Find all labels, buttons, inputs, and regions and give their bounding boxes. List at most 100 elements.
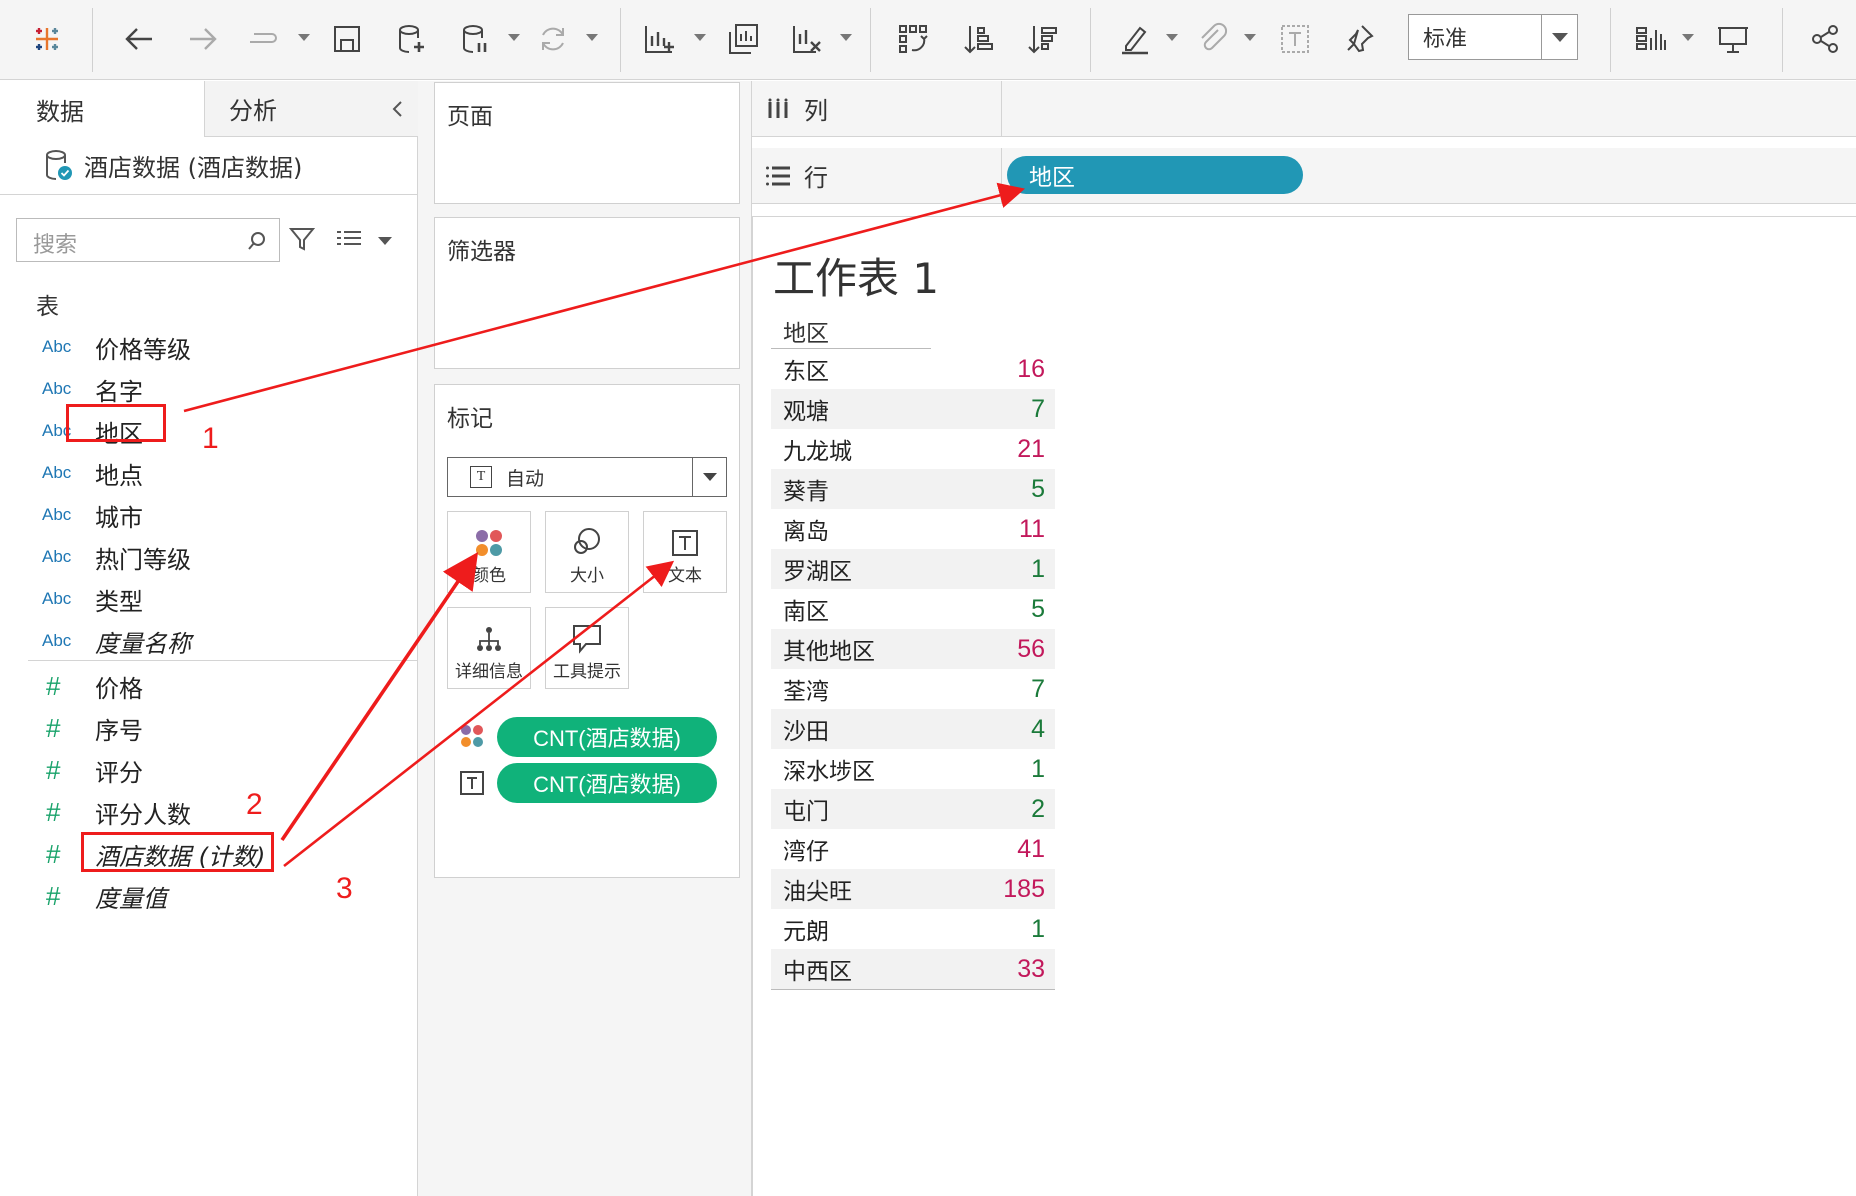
region-name: 九龙城: [783, 439, 852, 465]
color-pill[interactable]: CNT(酒店数据): [497, 717, 717, 757]
table-row[interactable]: 荃湾 7: [771, 669, 1055, 709]
worksheet-canvas[interactable]: 工作表 1 地区 东区 16 观塘 7 九龙城 21 葵青 5 离岛 11 罗湖区 1 南区 5 其他地区 5…: [752, 216, 1856, 1196]
columns-shelf[interactable]: 列: [752, 81, 1856, 137]
measure-type-icon: #: [46, 670, 61, 701]
data-pane: 数据 分析 酒店数据 (酒店数据) 搜索 表 Abc 价格等级 Abc 名字 Abc 地区…: [0, 81, 418, 1196]
view-mode-value: 标准: [1423, 27, 1468, 52]
field-divider: [28, 660, 418, 661]
region-name: 元朗: [783, 919, 829, 945]
table-row[interactable]: 观塘 7: [771, 389, 1055, 429]
marks-size-button[interactable]: 大小: [545, 511, 629, 593]
swap-icon[interactable]: [890, 16, 936, 62]
worksheet-title: 工作表 1: [773, 254, 940, 303]
sort-descending-icon[interactable]: [1020, 16, 1066, 62]
rows-label: 行: [752, 148, 1002, 203]
rows-shelf[interactable]: 行: [752, 148, 1856, 204]
table-row[interactable]: 葵青 5: [771, 469, 1055, 509]
show-me-dropdown-icon[interactable]: [1682, 34, 1694, 41]
filters-card[interactable]: 筛选器: [434, 217, 740, 369]
marks-tooltip-button[interactable]: 工具提示: [545, 607, 629, 689]
table-row[interactable]: 深水埗区 1: [771, 749, 1055, 789]
presentation-icon[interactable]: [1710, 16, 1756, 62]
field-name: 热门等级: [95, 545, 191, 574]
attach-dropdown-icon[interactable]: [1244, 34, 1256, 41]
share-icon[interactable]: [1802, 16, 1848, 62]
text-pill[interactable]: CNT(酒店数据): [497, 763, 717, 803]
pages-card[interactable]: 页面: [434, 82, 740, 204]
search-icon[interactable]: [247, 231, 267, 251]
refresh-icon[interactable]: [530, 16, 576, 62]
duplicate-sheet-icon[interactable]: [720, 16, 766, 62]
pin-icon[interactable]: [1336, 16, 1382, 62]
hotel-count-value: 41: [1017, 834, 1045, 863]
datasource-item[interactable]: 酒店数据 (酒店数据): [0, 137, 418, 195]
pause-update-icon[interactable]: [452, 16, 498, 62]
hotel-count-value: 33: [1017, 954, 1045, 983]
tab-data[interactable]: 数据: [0, 81, 204, 137]
annotation-step-2: 2: [246, 788, 263, 821]
new-worksheet-icon[interactable]: [636, 16, 682, 62]
marks-text-button[interactable]: 文本: [643, 511, 727, 593]
table-row[interactable]: 罗湖区 1: [771, 549, 1055, 589]
chevron-down-icon[interactable]: [692, 458, 726, 496]
table-row[interactable]: 九龙城 21: [771, 429, 1055, 469]
marks-detail-label: 详细信息: [455, 662, 523, 682]
highlight-icon[interactable]: [1112, 16, 1158, 62]
marks-detail-button[interactable]: 详细信息: [447, 607, 531, 689]
filters-title: 筛选器: [447, 239, 516, 265]
new-datasource-icon[interactable]: [388, 16, 434, 62]
region-name: 观塘: [783, 399, 829, 425]
rows-title: 行: [804, 164, 828, 192]
text-icon: [460, 771, 484, 795]
dimension-type-icon: Abc: [42, 547, 72, 566]
forward-icon[interactable]: [180, 16, 226, 62]
search-input[interactable]: 搜索: [16, 218, 280, 262]
view-mode-select[interactable]: 标准: [1408, 14, 1578, 60]
table-row[interactable]: 南区 5: [771, 589, 1055, 629]
annotation-step-1: 1: [202, 422, 219, 455]
highlight-dropdown-icon[interactable]: [1166, 34, 1178, 41]
datasource-dropdown-icon[interactable]: [508, 34, 520, 41]
sort-ascending-icon[interactable]: [956, 16, 1002, 62]
table-row[interactable]: 油尖旺 185: [771, 869, 1055, 909]
chevron-down-icon[interactable]: [1541, 15, 1577, 59]
table-header-region[interactable]: 地区: [771, 313, 931, 349]
refresh-dropdown-icon[interactable]: [586, 34, 598, 41]
table-row[interactable]: 东区 16: [771, 349, 1055, 389]
hotel-count-value: 1: [1031, 914, 1045, 943]
field-name: 价格等级: [95, 335, 191, 364]
hotel-count-value: 1: [1031, 754, 1045, 783]
region-name: 其他地区: [783, 639, 875, 665]
columns-icon: [768, 98, 788, 118]
table-row[interactable]: 沙田 4: [771, 709, 1055, 749]
table-row[interactable]: 中西区 33: [771, 949, 1055, 989]
clear-dropdown-icon[interactable]: [840, 34, 852, 41]
back-icon[interactable]: [116, 16, 162, 62]
new-worksheet-dropdown-icon[interactable]: [694, 34, 706, 41]
marks-color-button[interactable]: 颜色: [447, 511, 531, 593]
region-name: 沙田: [783, 719, 829, 745]
rows-pill-region[interactable]: 地区: [1007, 156, 1303, 194]
collapse-pane-icon[interactable]: [388, 99, 408, 119]
text-label-icon[interactable]: [1272, 16, 1318, 62]
clear-sheet-icon[interactable]: [784, 16, 830, 62]
filter-icon[interactable]: [288, 225, 316, 253]
tab-analysis[interactable]: 分析: [204, 81, 418, 137]
table-row[interactable]: 元朗 1: [771, 909, 1055, 949]
table-row[interactable]: 湾仔 41: [771, 829, 1055, 869]
show-me-icon[interactable]: [1628, 16, 1674, 62]
table-row[interactable]: 其他地区 56: [771, 629, 1055, 669]
mark-type-select[interactable]: T 自动: [447, 457, 727, 497]
region-name: 深水埗区: [783, 759, 875, 785]
tooltip-icon: [573, 625, 601, 654]
list-view-dropdown-icon[interactable]: [378, 237, 392, 245]
save-icon[interactable]: [324, 16, 370, 62]
redo-icon[interactable]: [240, 16, 286, 62]
tableau-logo-icon[interactable]: [24, 16, 70, 62]
list-view-icon[interactable]: [336, 229, 362, 249]
table-row[interactable]: 离岛 11: [771, 509, 1055, 549]
region-name: 东区: [783, 359, 829, 385]
table-row[interactable]: 屯门 2: [771, 789, 1055, 829]
redo-dropdown-icon[interactable]: [298, 34, 310, 41]
attach-icon[interactable]: [1190, 16, 1236, 62]
